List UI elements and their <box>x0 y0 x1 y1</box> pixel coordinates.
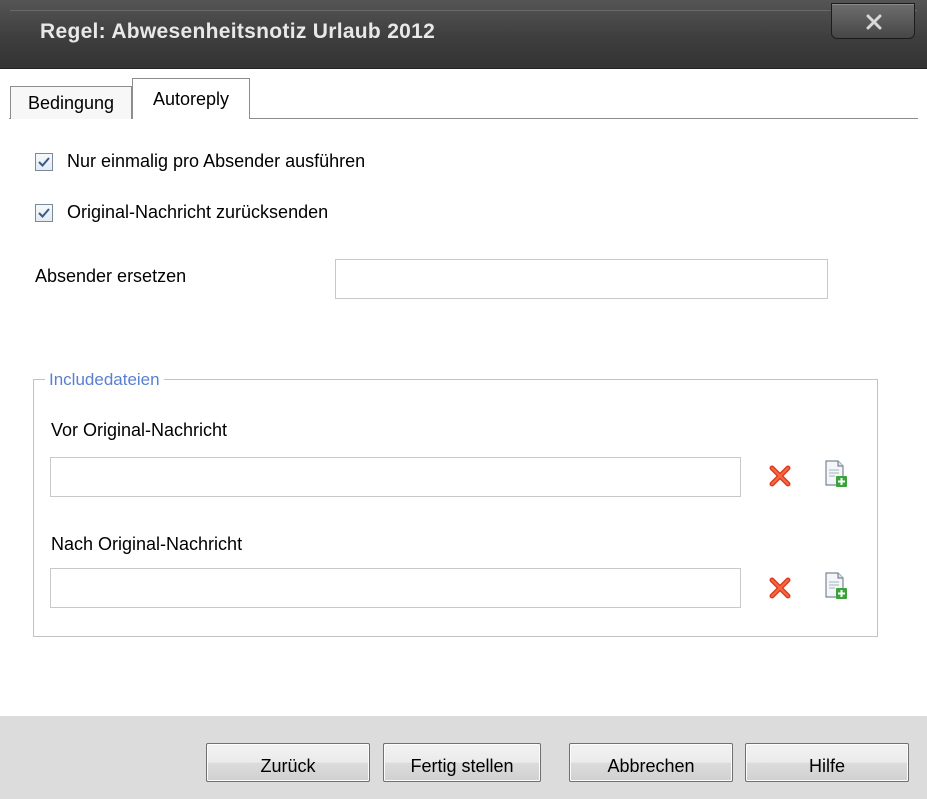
add-before-file-icon[interactable] <box>823 459 849 489</box>
after-original-input[interactable] <box>50 568 741 608</box>
before-original-input[interactable] <box>50 457 741 497</box>
title-bar-highlight <box>10 10 917 11</box>
checkmark-icon <box>38 207 50 218</box>
cancel-button[interactable]: Abbrechen <box>569 743 733 782</box>
return-original-checkbox[interactable] <box>35 203 53 222</box>
tab-autoreply[interactable]: Autoreply <box>132 78 250 119</box>
window-title: Regel: Abwesenheitsnotiz Urlaub 2012 <box>40 20 436 43</box>
sender-replace-label: Absender ersetzen <box>35 266 187 286</box>
include-files-legend: Includedateien <box>45 370 164 390</box>
finish-button[interactable]: Fertig stellen <box>383 743 541 782</box>
add-after-file-icon[interactable] <box>823 571 849 601</box>
close-icon <box>866 14 882 30</box>
back-button[interactable]: Zurück <box>206 743 370 782</box>
delete-before-icon[interactable] <box>767 463 793 489</box>
checkmark-icon <box>38 156 50 167</box>
once-per-sender-label: Nur einmalig pro Absender ausführen <box>67 151 366 171</box>
sender-replace-input[interactable] <box>335 259 828 299</box>
once-per-sender-option[interactable]: Nur einmalig pro Absender ausführen <box>35 151 365 172</box>
return-original-option[interactable]: Original-Nachricht zurücksenden <box>35 202 328 223</box>
tab-bedingung[interactable]: Bedingung <box>10 86 132 119</box>
return-original-label: Original-Nachricht zurücksenden <box>67 202 329 222</box>
close-button[interactable] <box>831 3 915 39</box>
once-per-sender-checkbox[interactable] <box>35 152 53 171</box>
title-bar: Regel: Abwesenheitsnotiz Urlaub 2012 <box>0 0 927 69</box>
before-original-label: Vor Original-Nachricht <box>51 420 228 440</box>
help-button[interactable]: Hilfe <box>745 743 909 782</box>
delete-after-icon[interactable] <box>767 575 793 601</box>
after-original-label: Nach Original-Nachricht <box>51 534 243 554</box>
